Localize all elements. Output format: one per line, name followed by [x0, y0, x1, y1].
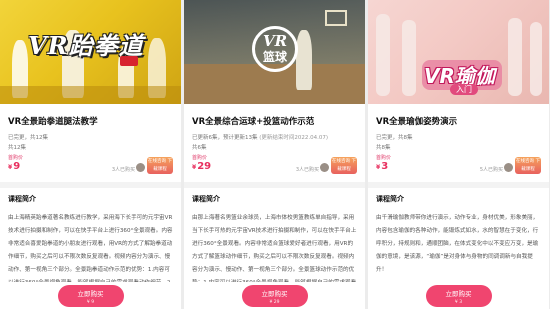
wall-rope	[402, 20, 416, 96]
cover-logo-sub: 篮球	[262, 50, 287, 64]
section-title: 课程简介	[8, 195, 36, 203]
course-description: 由那上海著名男篮业余球员，上海市体校男篮教练单自指导，采用当下长手可热的元宇宙V…	[192, 215, 357, 282]
course-description: 由上海精英跆拳道著名教练进行教学，采用海下长手可的元宇宙VR技术进行拍摄和制作，…	[8, 215, 173, 282]
course-price: ¥29	[192, 161, 211, 172]
episode-count: 共6集	[192, 145, 207, 151]
buy-button-price: ¥ 29	[269, 299, 280, 305]
price-value: 9	[13, 161, 21, 172]
episode-count: 共8集	[376, 145, 391, 151]
course-cover-image[interactable]: VR瑜伽 入门	[368, 0, 549, 104]
consult-badge-button[interactable]: 在线咨询 下载课程	[515, 157, 541, 174]
course-title: VR全景瑜伽姿势演示	[376, 117, 458, 126]
course-price: ¥9	[8, 161, 20, 172]
buy-now-button[interactable]: 立即购买 ¥ 29	[241, 285, 308, 307]
episode-count: 共12集	[8, 145, 26, 151]
buyer-avatar	[136, 163, 145, 172]
player-figure	[296, 30, 312, 90]
buy-now-button[interactable]: 立即购买 ¥ 3	[425, 285, 492, 307]
update-status-text: 已更新6集，预计更新13集	[192, 135, 258, 141]
floor-mat	[0, 86, 181, 104]
course-card-basketball: VR 篮球 VR全景综合运球+投篮动作示范 已更新6集，预计更新13集 (更新结…	[184, 0, 365, 309]
cover-logo-sub: 入门	[450, 84, 478, 95]
buy-button-label: 立即购买	[77, 289, 104, 298]
cover-logo-seal	[120, 56, 138, 66]
buyer-count: 3人已购买	[295, 167, 319, 173]
buy-button-price: ¥ 9	[86, 299, 95, 305]
price-value: 3	[381, 161, 389, 172]
buy-button-label: 立即购买	[445, 289, 472, 298]
wall-rope	[508, 18, 522, 96]
consult-badge-button[interactable]: 在线咨询 下载课程	[331, 157, 357, 174]
update-status: 已完更，共8集	[376, 135, 413, 141]
consult-badge-button[interactable]: 在线咨询 下载课程	[147, 157, 173, 174]
course-title: VR全景综合运球+投篮动作示范	[192, 117, 315, 126]
course-cover-image[interactable]: VR 篮球	[184, 0, 365, 104]
wall-rope	[530, 22, 542, 96]
course-price: ¥3	[376, 161, 388, 172]
update-status-note: (更新结束时间2022.04.07)	[259, 135, 329, 141]
course-card-yoga: VR瑜伽 入门 VR全景瑜伽姿势演示 已完更，共8集 共8集 首购价 ¥3 5人…	[368, 0, 549, 309]
section-title: 课程简介	[376, 195, 404, 203]
course-description: 由千滑瑜伽教师带你进行演示，动作专业，身材优美，形象美丽，内容包含瑜伽的各种动作…	[376, 215, 539, 273]
price-value: 29	[197, 161, 212, 172]
currency-symbol: ¥	[192, 164, 197, 171]
basketball-hoop	[325, 10, 347, 26]
currency-symbol: ¥	[8, 164, 13, 171]
buyer-avatar	[504, 163, 513, 172]
buyer-count: 3人已购买	[111, 167, 135, 173]
course-cover-image[interactable]: VR跆拳道	[0, 0, 181, 104]
wall-rope	[376, 14, 390, 96]
buy-button-price: ¥ 3	[454, 299, 463, 305]
course-card-taekwondo: VR跆拳道 VR全景跆拳道腿法教学 已完更，共12集 共12集 首购价 ¥9 3…	[0, 0, 181, 309]
update-status: 已完更，共12集	[8, 135, 48, 141]
buy-button-label: 立即购买	[261, 289, 288, 298]
buyer-avatar	[320, 163, 329, 172]
currency-symbol: ¥	[376, 164, 381, 171]
buyer-count: 5人已购买	[479, 167, 503, 173]
course-title: VR全景跆拳道腿法教学	[8, 117, 98, 126]
buy-now-button[interactable]: 立即购买 ¥ 9	[57, 285, 124, 307]
update-status: 已更新6集，预计更新13集 (更新结束时间2022.04.07)	[192, 133, 357, 141]
section-title: 课程简介	[192, 195, 220, 203]
